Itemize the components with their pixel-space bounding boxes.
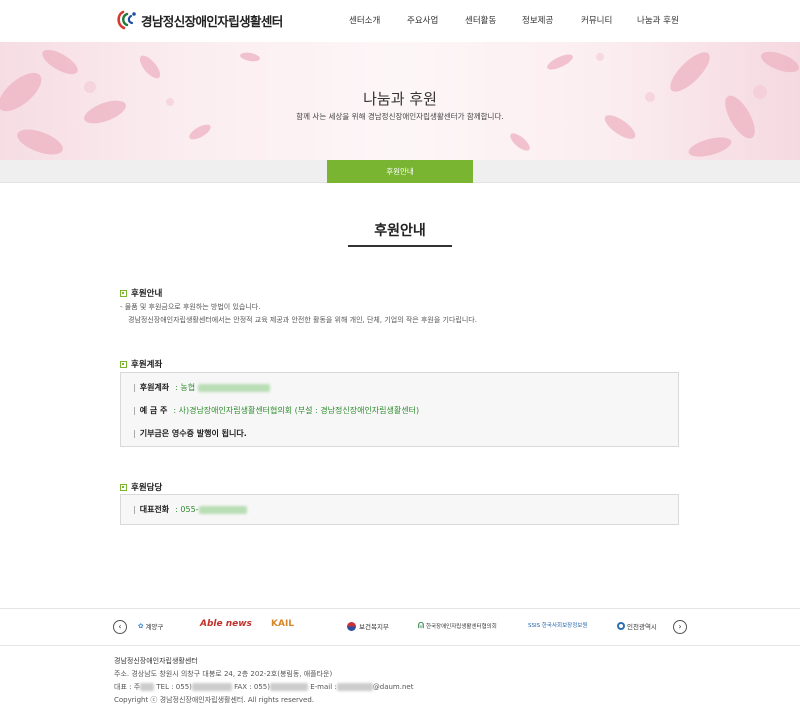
footer-address: 주소. 경상남도 창원시 의창구 대봉로 24, 2층 202-2호(봉림동, … [114, 670, 333, 678]
footer-org-name: 경남정신장애인자립생활센터 [114, 657, 198, 665]
banner-title: 나눔과 후원 [363, 90, 437, 108]
site-logo[interactable]: 경남정신장애인자립생활센터 [114, 9, 283, 31]
footer-contact: 대표 : 주 TEL : 055) FAX : 055) E-mail : @da… [114, 681, 413, 694]
section-title-contact: 후원담당 [120, 481, 162, 493]
nav-item-center-activity[interactable]: 센터활동 [465, 14, 496, 26]
footer-fax: FAX : 055) [234, 683, 270, 691]
partner-logo[interactable]: ✿ 계양구 [138, 621, 163, 631]
redacted-tel [191, 683, 232, 691]
partner-logo[interactable]: Able news [200, 619, 252, 629]
partner-logos-bar: ‹ ✿ 계양구 Able news KAIL 보건복지부 ᕬ 한국장애인자립생활… [0, 608, 800, 646]
sub-nav-bar: 후원안내 [0, 160, 800, 183]
receipt-note: 기부금은 영수증 발행이 됩니다. [139, 429, 247, 438]
flower-icon: ✿ [138, 622, 144, 630]
section-title-account: 후원계좌 [120, 358, 162, 370]
section-title-info: 후원안내 [120, 287, 162, 299]
contact-info-box: | 대표전화 : 055- [120, 494, 679, 525]
swirl-icon: ᕬ [418, 621, 424, 630]
tab-donation-guide[interactable]: 후원안내 [327, 160, 473, 183]
info-line: - 물품 및 후원금으로 후원하는 방법이 있습니다. [120, 303, 261, 311]
redacted-phone-number [198, 505, 247, 514]
footer-tel: TEL : 055) [156, 683, 192, 691]
nav-item-community[interactable]: 커뮤니티 [581, 14, 612, 26]
divider-bar: | [133, 429, 136, 438]
circle-icon [617, 622, 625, 630]
divider-bar: | [133, 406, 136, 415]
next-arrow-icon[interactable]: › [673, 620, 687, 634]
section-title-text: 후원안내 [131, 289, 163, 299]
footer-email-label: E-mail : [310, 683, 337, 691]
banner-subtitle: 함께 사는 세상을 위해 경남정신장애인자립생활센터가 함께합니다. [296, 112, 504, 121]
logo-text: 경남정신장애인자립생활센터 [141, 13, 283, 29]
nav-item-donation[interactable]: 나눔과 후원 [637, 14, 679, 26]
partner-name: 보건복지부 [359, 623, 389, 631]
partner-logo[interactable]: SSIS 한국사회보장정보원 [528, 621, 587, 629]
section-title-text: 후원계좌 [131, 360, 163, 370]
divider-bar: | [133, 383, 136, 392]
footer-rep: 대표 : 주 [114, 683, 141, 691]
footer-copyright: Copyright ⓒ 경남정신장애인자립생활센터. All rights re… [114, 696, 315, 704]
partner-logo[interactable]: 보건복지부 [347, 621, 389, 631]
phone-row: | 대표전화 : 055- [133, 504, 247, 515]
partner-logo[interactable]: ᕬ 한국장애인자립생활센터협의회 [418, 621, 497, 631]
partner-name: 한국장애인자립생활센터협의회 [425, 624, 497, 630]
partner-logo[interactable]: 인천광역시 [617, 621, 657, 631]
redacted-fax [269, 683, 308, 691]
redacted-email [336, 683, 373, 691]
bullet-square-icon [120, 360, 127, 368]
bullet-square-icon [120, 289, 127, 297]
account-value: : 농협 [175, 382, 270, 393]
divider-bar: | [133, 505, 136, 514]
partner-name: 인천광역시 [627, 623, 657, 631]
bullet-square-icon [120, 483, 127, 491]
holder-label: 예 금 주 [139, 406, 168, 415]
prev-arrow-icon[interactable]: ‹ [113, 620, 127, 634]
nav-item-info[interactable]: 정보제공 [522, 14, 553, 26]
nav-item-center-intro[interactable]: 센터소개 [349, 14, 380, 26]
logo-mark-icon [117, 10, 136, 30]
account-row: | 후원계좌 : 농협 [133, 382, 270, 393]
holder-row: | 예 금 주 : 사)경남장애인자립생활센터협의회 (부설 : 경남정신장애인… [133, 405, 419, 416]
nav-item-main-business[interactable]: 주요사업 [407, 14, 438, 26]
site-header: 경남정신장애인자립생활센터 센터소개 주요사업 센터활동 정보제공 커뮤니티 나… [0, 0, 800, 42]
title-underline [348, 245, 452, 247]
info-description: - 물품 및 후원금으로 후원하는 방법이 있습니다. 경남정신장애인자립생활센… [120, 301, 477, 327]
account-label: 후원계좌 [139, 383, 170, 392]
holder-value: : 사)경남장애인자립생활센터협의회 (부설 : 경남정신장애인자립생활센터) [173, 406, 420, 415]
partner-name: 계양구 [145, 623, 164, 631]
phone-prefix: : 055- [175, 505, 199, 514]
phone-value: : 055- [175, 505, 247, 514]
phone-label: 대표전화 [139, 505, 170, 514]
redacted-account-number [197, 383, 270, 392]
section-title-text: 후원담당 [131, 483, 163, 493]
taegeuk-icon [347, 621, 356, 631]
hero-banner: 나눔과 후원 함께 사는 세상을 위해 경남정신장애인자립생활센터가 함께합니다… [0, 42, 800, 160]
site-footer: 경남정신장애인자립생활센터 주소. 경상남도 창원시 의창구 대봉로 24, 2… [114, 655, 413, 707]
receipt-row: | 기부금은 영수증 발행이 됩니다. [133, 428, 247, 439]
info-line: 경남정신장애인자립생활센터에서는 안정적 교육 제공과 안전한 활동을 위해 개… [128, 316, 477, 324]
partner-logo[interactable]: KAIL [271, 619, 294, 629]
account-info-box: | 후원계좌 : 농협 | 예 금 주 : 사)경남장애인자립생활센터협의회 (… [120, 372, 679, 447]
footer-email-domain: @daum.net [372, 683, 414, 691]
redacted-name [140, 683, 155, 691]
account-bank: : 농협 [175, 383, 196, 392]
page-title: 후원안내 [374, 223, 426, 239]
